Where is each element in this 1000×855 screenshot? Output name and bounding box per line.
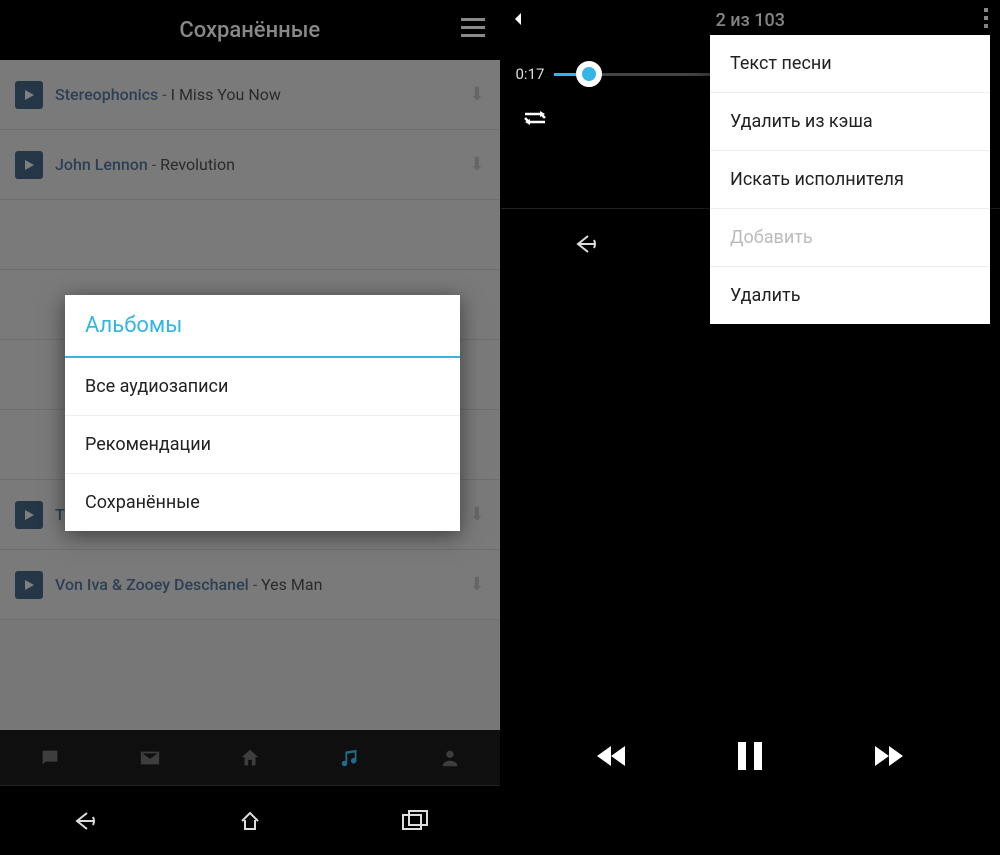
track-list: Stereophonics - I Miss You Now ⬇ John Le… [0,60,500,730]
ctx-add: Добавить [710,209,990,267]
popup-item-saved[interactable]: Сохранённые [65,474,460,531]
app-bottom-nav [0,730,500,785]
nav-chat-icon[interactable] [0,747,100,769]
ctx-delete[interactable]: Удалить [710,267,990,324]
ctx-lyrics[interactable]: Текст песни [710,35,990,93]
hamburger-icon[interactable] [461,18,485,42]
repeat-icon[interactable] [521,113,549,132]
phone-screen-left: Сохранённые Stereophonics - I Miss You N… [0,0,501,855]
player-header: 2 из 103 [501,0,1000,40]
back-caret-icon[interactable] [511,8,527,32]
nav-home-icon[interactable] [200,747,300,769]
popup-item-all[interactable]: Все аудиозаписи [65,358,460,416]
next-button[interactable] [869,736,909,780]
track-counter: 2 из 103 [716,10,785,31]
recent-button[interactable] [386,801,446,841]
page-title: Сохранённые [179,18,320,43]
player-controls [501,736,1000,780]
overflow-icon[interactable] [984,8,990,32]
back-button[interactable] [53,801,113,841]
home-button[interactable] [220,801,280,841]
back-button[interactable] [554,224,614,264]
popup-item-recommend[interactable]: Рекомендации [65,416,460,474]
category-popup: Альбомы Все аудиозаписи Рекомендации Сох… [65,295,460,531]
context-menu: Текст песни Удалить из кэша Искать испол… [710,35,990,324]
header: Сохранённые [0,0,500,60]
nav-mail-icon[interactable] [100,747,200,769]
popup-title: Альбомы [65,295,460,358]
prev-button[interactable] [591,736,631,780]
nav-music-icon[interactable] [300,747,400,769]
system-nav [0,785,500,855]
phone-screen-right: 2 из 103 0:17 Текст песни Удалить из кэш… [501,0,1000,855]
nav-profile-icon[interactable] [400,747,500,769]
pause-button[interactable] [732,736,768,780]
ctx-delete-cache[interactable]: Удалить из кэша [710,93,990,151]
ctx-search-artist[interactable]: Искать исполнителя [710,151,990,209]
elapsed-time: 0:17 [516,65,545,83]
seek-thumb[interactable] [576,61,602,87]
